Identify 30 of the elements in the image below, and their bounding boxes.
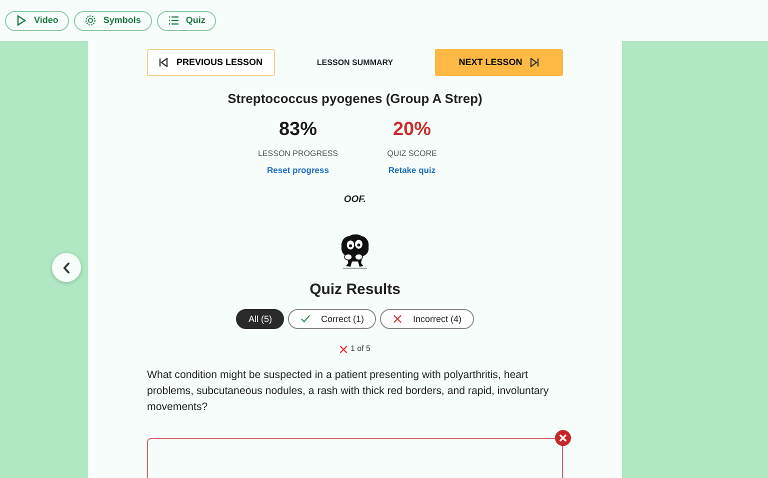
filter-button[interactable]: Correct (1) <box>288 309 376 330</box>
video-tab[interactable]: Video <box>5 10 70 30</box>
previous-arrow-button[interactable] <box>52 253 81 282</box>
next-lesson-button[interactable]: NEXT LESSON <box>435 49 563 76</box>
skip-back-icon <box>159 58 168 67</box>
gear-icon <box>85 15 96 26</box>
lesson-summary-link[interactable]: LESSON SUMMARY <box>316 56 394 68</box>
previous-lesson-button[interactable]: PREVIOUS LESSON <box>147 49 275 76</box>
list-icon <box>168 15 179 26</box>
close-circle-icon <box>555 430 571 446</box>
question-counter: 1 of 5 <box>350 343 370 356</box>
filter-button[interactable]: All (5) <box>236 309 284 330</box>
section-heading: Quiz Results <box>310 280 400 300</box>
stat-link[interactable]: Reset progress <box>267 164 329 178</box>
lesson-title: Streptococcus pyogenes (Group A Strep) <box>228 90 482 108</box>
symbols-tab[interactable]: Symbols <box>74 10 152 30</box>
filter-button[interactable]: Incorrect (4) <box>380 309 474 330</box>
stat-link[interactable]: Retake quiz <box>388 164 436 178</box>
stat-label: QUIZ SCORE <box>387 148 437 160</box>
skip-forward-icon <box>530 58 540 67</box>
stat-value: 83% <box>278 120 318 140</box>
chevron-left-icon <box>62 262 70 274</box>
stat-label: LESSON PROGRESS <box>258 148 338 160</box>
stat-value: 20% <box>392 120 432 140</box>
play-icon <box>16 15 27 26</box>
check-icon <box>300 314 311 324</box>
cross-icon <box>392 314 403 324</box>
reaction-text: OOF. <box>344 193 366 208</box>
quiz-tab[interactable]: Quiz <box>156 10 216 30</box>
question-text: What condition might be suspected in a patient presenting with polyarthritis, heart problems, subcutaneous nodules, a rash with thick red borders, and rapid, involuntary movements? <box>147 368 550 416</box>
